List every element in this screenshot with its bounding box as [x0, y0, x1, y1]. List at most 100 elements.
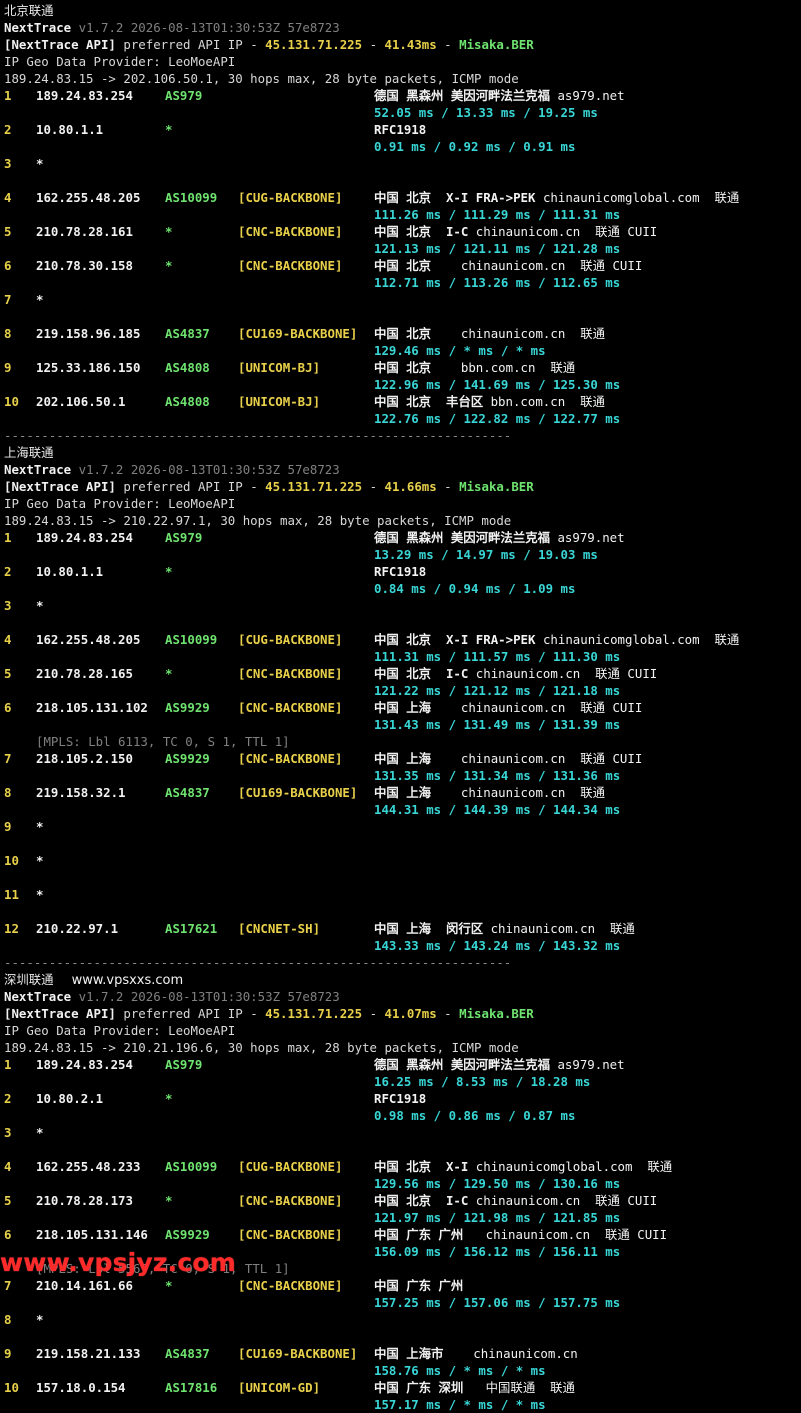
hop-geo: 中国 上海 闵行区 chinaunicom.cn 联通	[374, 920, 635, 937]
hop-row: 6 218.105.131.146 AS9929 [CNC-BACKBONE] 中国 广…	[4, 1226, 801, 1243]
hop-asn: AS10099	[165, 190, 218, 205]
hop-number: 10	[4, 853, 19, 868]
hop-rtt: 157.17 ms / * ms / * ms	[374, 1397, 546, 1412]
api-prefix: preferred API IP -	[123, 479, 266, 494]
hop-ip: 189.24.83.254	[36, 88, 133, 103]
hop-row: 9 125.33.186.150 AS4808 [UNICOM-BJ] 中国 北京 bb…	[4, 359, 801, 376]
api-latency: 41.43ms	[384, 37, 437, 52]
hop-rtt-line	[4, 308, 801, 325]
hop-rtt-line: 121.13 ms / 121.11 ms / 121.28 ms	[4, 240, 801, 257]
hop-geo-location: RFC1918	[374, 122, 427, 137]
api-ip: 45.131.71.225	[265, 37, 363, 52]
hop-geo-location: 中国 北京	[374, 258, 432, 273]
hop-rtt-line: 0.91 ms / 0.92 ms / 0.91 ms	[4, 138, 801, 155]
hop-number: 6	[4, 700, 12, 715]
route-text: 189.24.83.15 -> 210.22.97.1, 30 hops max…	[4, 513, 512, 528]
hop-number: 10	[4, 1380, 19, 1395]
hop-rtt: 131.43 ms / 131.49 ms / 131.39 ms	[374, 717, 621, 732]
hop-geo-location: 中国 上海	[374, 785, 432, 800]
hop-rtt: 112.71 ms / 113.26 ms / 112.65 ms	[374, 275, 621, 290]
hop-number: 2	[4, 122, 12, 137]
hop-number: 9	[4, 360, 12, 375]
hop-geo: RFC1918	[374, 563, 426, 580]
hop-geo-location: 德国 黑森州 美因河畔法兰克福	[374, 530, 550, 545]
hop-number: 8	[4, 326, 12, 341]
hop-ip: *	[36, 819, 44, 834]
separator-text: ----------------------------------------…	[4, 428, 512, 443]
hop-row: 2 10.80.2.1 * RFC1918	[4, 1090, 801, 1107]
hop-geo: RFC1918	[374, 121, 426, 138]
hop-geo: 中国 北京 I-C chinaunicom.cn 联通 CUII	[374, 1192, 657, 1209]
hop-number: 7	[4, 751, 12, 766]
hop-rtt: 52.05 ms / 13.33 ms / 19.25 ms	[374, 105, 598, 120]
hop-number: 7	[4, 292, 12, 307]
hop-rtt-line: 122.96 ms / 141.69 ms / 125.30 ms	[4, 376, 801, 393]
section-title: 上海联通	[4, 444, 801, 461]
hop-ip: 125.33.186.150	[36, 360, 141, 375]
nexttrace-version-line: NextTrace v1.7.2 2026-08-13T01:30:53Z 57…	[4, 461, 801, 478]
hop-row: 10 *	[4, 852, 801, 869]
hop-row: 3 *	[4, 155, 801, 172]
hop-row: 8 219.158.96.185 AS4837 [CU169-BACKBONE] 中国 …	[4, 325, 801, 342]
hop-geo: 中国 北京 chinaunicom.cn 联通	[374, 325, 605, 342]
hop-backbone-tag: [CU169-BACKBONE]	[238, 785, 358, 800]
hop-backbone-tag: [CNC-BACKBONE]	[238, 224, 343, 239]
hop-backbone-tag: [CU169-BACKBONE]	[238, 326, 358, 341]
hop-number: 5	[4, 1193, 12, 1208]
hop-geo-domain: bbn.com.cn 联通	[438, 360, 576, 375]
nexttrace-label: NextTrace	[4, 462, 72, 477]
hop-number: 8	[4, 785, 12, 800]
hop-ip: 10.80.1.1	[36, 564, 104, 579]
hop-geo-domain: chinaunicom.cn 联通	[490, 921, 635, 936]
hop-row: 5 210.78.28.165 * [CNC-BACKBONE] 中国 北京 I-C c…	[4, 665, 801, 682]
separator: ----------------------------------------…	[4, 954, 801, 971]
hop-ip: 10.80.1.1	[36, 122, 104, 137]
hop-asn: *	[165, 1193, 173, 1208]
hop-asn: AS10099	[165, 1159, 218, 1174]
hop-geo-location: RFC1918	[374, 564, 427, 579]
hop-asn: AS17816	[165, 1380, 218, 1395]
hop-number: 12	[4, 921, 19, 936]
hop-geo-location: 中国 北京 I-C	[374, 1193, 469, 1208]
hop-geo-location: 中国 广东 广州	[374, 1227, 464, 1242]
hop-ip: *	[36, 853, 44, 868]
geo-provider-line: IP Geo Data Provider: LeoMoeAPI	[4, 495, 801, 512]
hop-asn: AS979	[165, 530, 203, 545]
hop-asn: *	[165, 666, 173, 681]
hop-geo-domain: as979.net	[557, 1057, 625, 1072]
hop-ip: 189.24.83.254	[36, 530, 133, 545]
hop-geo: 中国 北京 X-I FRA->PEK chinaunicomglobal.com…	[374, 631, 739, 648]
geo-provider-text: IP Geo Data Provider: LeoMoeAPI	[4, 496, 236, 511]
api-latency: 41.07ms	[384, 1006, 437, 1021]
hop-geo-location: 德国 黑森州 美因河畔法兰克福	[374, 88, 550, 103]
hop-rtt: 111.26 ms / 111.29 ms / 111.31 ms	[374, 207, 621, 222]
hop-row: 5 210.78.28.161 * [CNC-BACKBONE] 中国 北京 I-C c…	[4, 223, 801, 240]
hop-row: 6 218.105.131.102 AS9929 [CNC-BACKBONE] 中国 上…	[4, 699, 801, 716]
hop-row: 1 189.24.83.254 AS979 德国 黑森州 美因河畔法兰克福 as979…	[4, 1056, 801, 1073]
hop-ip: *	[36, 887, 44, 902]
hop-row: 4 162.255.48.205 AS10099 [CUG-BACKBONE] 中国 北…	[4, 189, 801, 206]
hop-geo-domain: chinaunicom.cn	[450, 1346, 578, 1361]
hop-asn: *	[165, 122, 173, 137]
hop-geo-domain: chinaunicom.cn 联通 CUII	[438, 700, 643, 715]
hop-geo-location: 中国 广东 广州	[374, 1278, 464, 1293]
hop-geo: 中国 广东 深圳 中国联通 联通	[374, 1379, 575, 1396]
hop-asn: *	[165, 258, 173, 273]
hop-row: 8 *	[4, 1311, 801, 1328]
nexttrace-label: NextTrace	[4, 989, 72, 1004]
hop-rtt: 111.31 ms / 111.57 ms / 111.30 ms	[374, 649, 621, 664]
hop-geo-domain: chinaunicom.cn 联通 CUII	[438, 751, 643, 766]
hop-rtt-line: 16.25 ms / 8.53 ms / 18.28 ms	[4, 1073, 801, 1090]
version-text: v1.7.2 2026-08-13T01:30:53Z 57e8723	[78, 989, 340, 1004]
hop-asn: AS979	[165, 1057, 203, 1072]
hop-geo-domain: chinaunicomglobal.com 联通	[542, 190, 740, 205]
hop-geo: 中国 北京 X-I chinaunicomglobal.com 联通	[374, 1158, 672, 1175]
hop-rtt-line	[4, 614, 801, 631]
hop-backbone-tag: [UNICOM-GD]	[238, 1380, 321, 1395]
section-title-text: 北京联通	[4, 3, 54, 18]
hop-geo-location: 中国 北京	[374, 360, 432, 375]
hop-rtt-line	[4, 835, 801, 852]
hop-row: 10 157.18.0.154 AS17816 [UNICOM-GD] 中国 广东 深圳…	[4, 1379, 801, 1396]
api-node: Misaka.BER	[459, 479, 534, 494]
hop-geo-location: 中国 北京	[374, 326, 432, 341]
